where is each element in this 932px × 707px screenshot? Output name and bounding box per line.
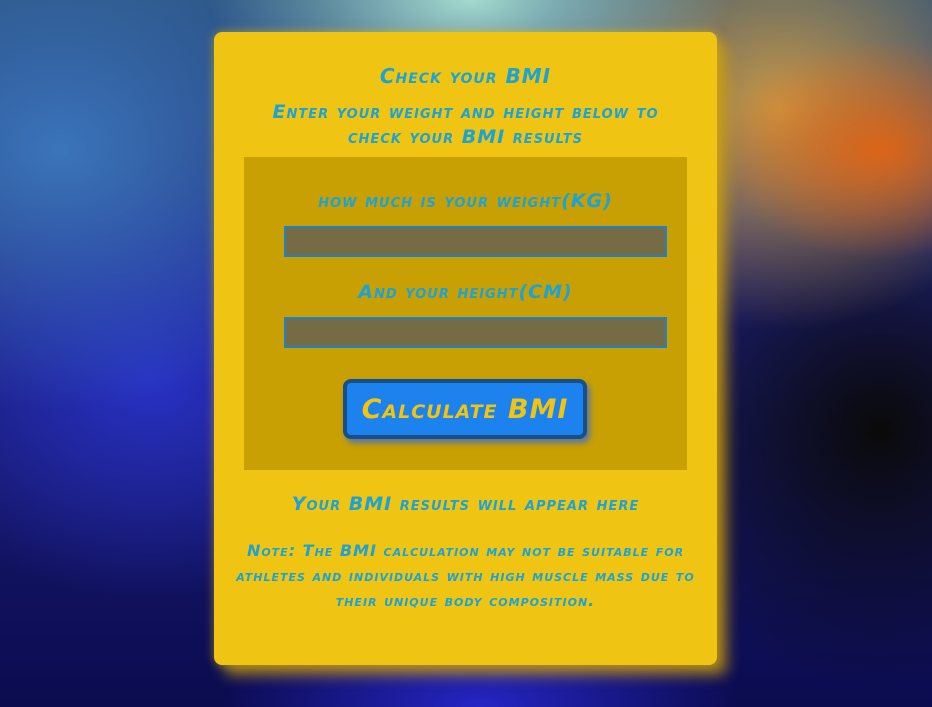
height-input[interactable] [284,317,667,348]
card-title: Check your BMI [379,64,552,88]
calculate-bmi-button[interactable]: Calculate BMI [343,379,587,439]
height-label: And your height(CM) [358,281,573,303]
weight-label: how much is your weight(KG) [318,190,613,212]
weight-input[interactable] [284,226,667,257]
bmi-results-text: Your BMI results will appear here [291,493,640,515]
bmi-form: how much is your weight(KG) And your hei… [244,157,687,470]
bmi-note: Note: The BMI calculation may not be sui… [236,541,695,610]
bmi-card: Check your BMI Enter your weight and hei… [214,32,717,665]
card-subtitle: Enter your weight and height below to ch… [272,101,659,148]
